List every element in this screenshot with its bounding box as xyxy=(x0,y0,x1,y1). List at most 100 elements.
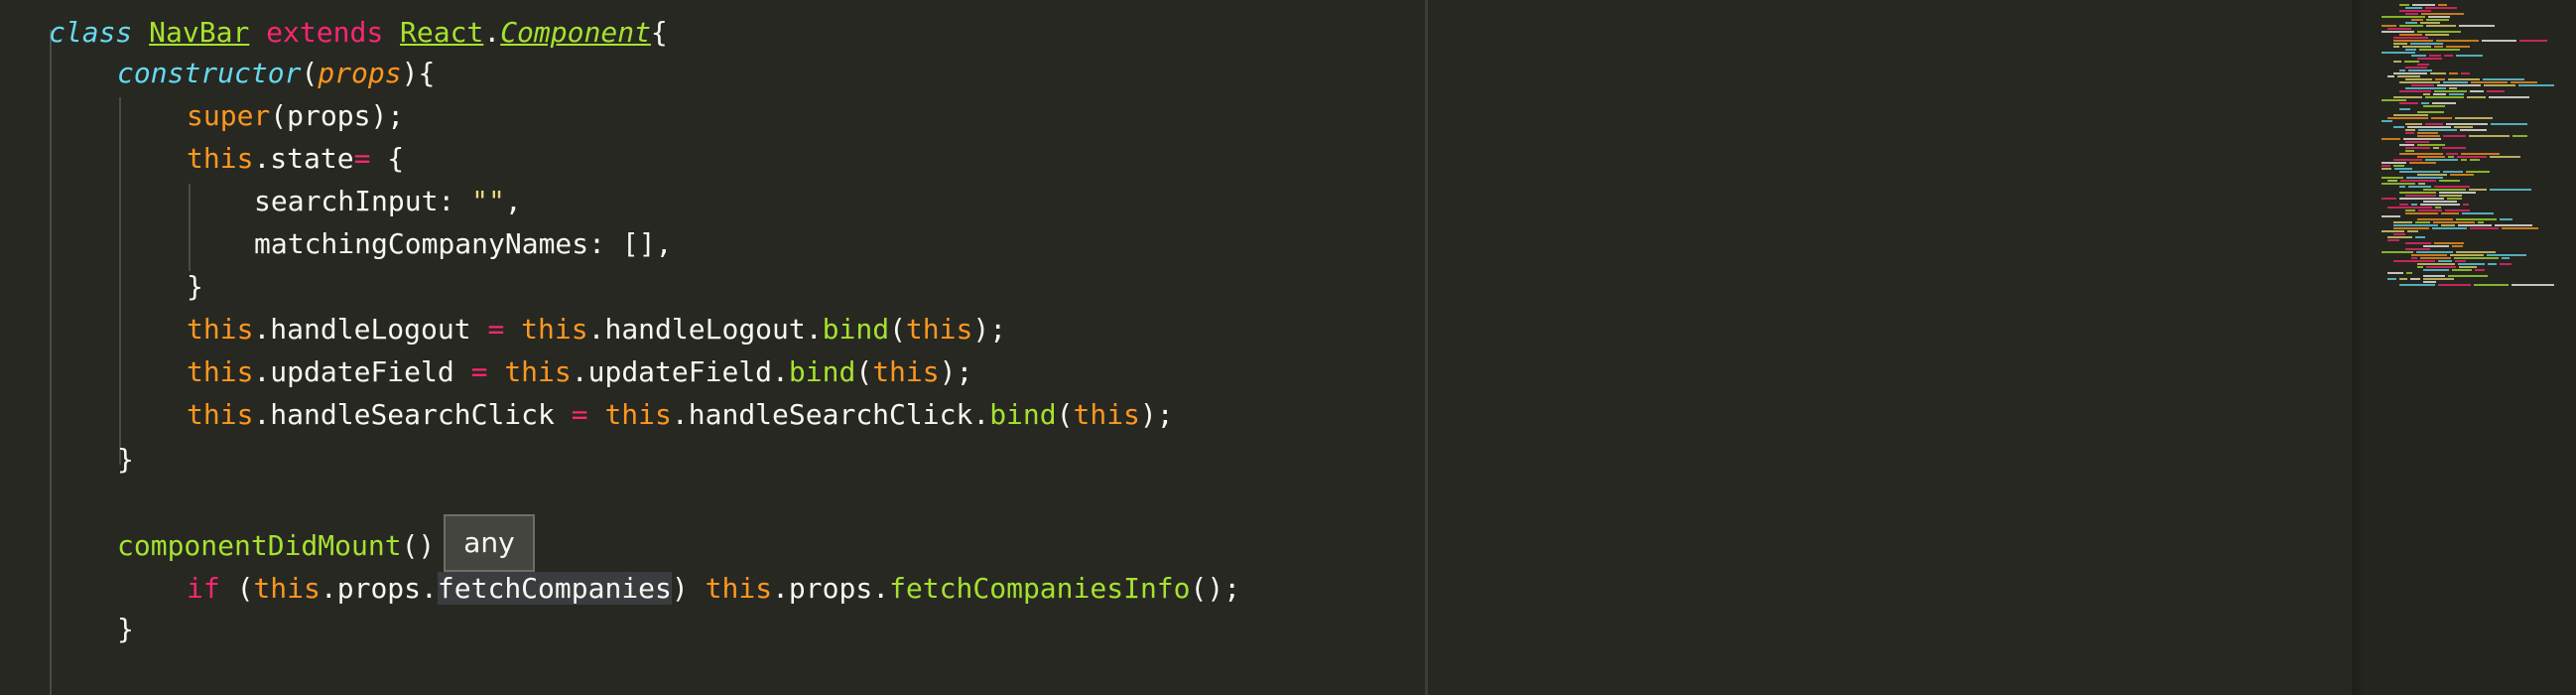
minimap-stroke xyxy=(2411,204,2417,206)
minimap-stroke xyxy=(2382,251,2413,253)
minimap-stroke xyxy=(2441,224,2455,226)
minimap-stroke xyxy=(2458,263,2485,265)
minimap-stroke xyxy=(2417,266,2423,268)
minimap-shadow xyxy=(2352,0,2364,695)
minimap-stroke xyxy=(2487,90,2505,92)
code-line[interactable]: constructor(props){ xyxy=(117,52,435,94)
code-line[interactable]: this.handleSearchClick = this.handleSear… xyxy=(187,393,1174,436)
minimap-stroke xyxy=(2466,171,2490,173)
minimap-stroke xyxy=(2417,135,2440,137)
code-line[interactable]: matchingCompanyNames: [], xyxy=(254,222,672,265)
minimap-stroke xyxy=(2423,93,2430,95)
code-line[interactable]: } xyxy=(187,265,203,308)
minimap-stroke xyxy=(2439,180,2460,182)
minimap-stroke xyxy=(2461,159,2467,161)
minimap-stroke xyxy=(2387,272,2403,274)
wrap-ruler xyxy=(1425,0,1428,695)
minimap-stroke xyxy=(2444,55,2453,57)
minimap-stroke xyxy=(2500,263,2512,265)
minimap-stroke xyxy=(2460,129,2487,131)
minimap-stroke xyxy=(2409,162,2436,164)
minimap-stroke xyxy=(2393,159,2422,161)
code-line[interactable]: super(props); xyxy=(187,94,404,137)
minimap-stroke xyxy=(2423,245,2449,247)
code-line[interactable]: class NavBar extends React.Component{ xyxy=(49,11,668,54)
minimap-stroke xyxy=(2470,227,2499,229)
minimap-stroke xyxy=(2387,278,2396,280)
minimap-stroke xyxy=(2411,257,2417,259)
minimap-stroke xyxy=(2448,78,2480,80)
minimap-stroke xyxy=(2399,70,2405,71)
minimap-stroke xyxy=(2417,144,2445,146)
code-line[interactable]: this.state= { xyxy=(187,137,404,180)
minimap-stroke xyxy=(2387,28,2411,30)
code-line[interactable]: } xyxy=(117,608,134,650)
code-line[interactable]: searchInput: "", xyxy=(254,180,522,222)
minimap-stroke xyxy=(2423,201,2457,203)
minimap-stroke xyxy=(2405,22,2417,24)
minimap-stroke xyxy=(2405,13,2418,15)
code-line[interactable]: componentDidMount() xyxy=(117,524,435,567)
minimap-stroke xyxy=(2393,233,2405,235)
minimap-stroke xyxy=(2382,230,2404,232)
minimap-stroke xyxy=(2393,46,2399,48)
minimap-stroke xyxy=(2418,209,2442,211)
minimap-stroke xyxy=(2431,117,2452,119)
minimap-stroke xyxy=(2446,46,2470,48)
minimap-stroke xyxy=(2456,251,2496,253)
minimap-stroke xyxy=(2399,102,2418,104)
minimap-stroke xyxy=(2502,227,2538,229)
minimap-stroke xyxy=(2405,7,2422,9)
minimap-stroke xyxy=(2382,215,2400,217)
minimap-stroke xyxy=(2382,31,2414,33)
minimap[interactable] xyxy=(2352,0,2576,695)
minimap-stroke xyxy=(2432,227,2467,229)
minimap-stroke xyxy=(2399,10,2431,12)
minimap-stroke xyxy=(2448,275,2488,277)
minimap-stroke xyxy=(2405,67,2427,69)
minimap-stroke xyxy=(2406,272,2412,274)
minimap-stroke xyxy=(2393,96,2422,98)
minimap-stroke xyxy=(2382,52,2415,54)
code-line[interactable]: if (this.props.fetchCompanies) this.prop… xyxy=(187,567,1240,610)
minimap-stroke xyxy=(2393,260,2435,262)
minimap-stroke xyxy=(2423,281,2436,283)
minimap-stroke xyxy=(2407,230,2418,232)
minimap-stroke xyxy=(2470,159,2480,161)
minimap-stroke xyxy=(2423,278,2454,280)
minimap-stroke xyxy=(2419,49,2460,51)
minimap-stroke xyxy=(2399,192,2436,194)
minimap-stroke xyxy=(2433,147,2439,149)
minimap-stroke xyxy=(2399,90,2431,92)
minimap-stroke xyxy=(2406,177,2443,179)
minimap-stroke xyxy=(2393,165,2404,167)
code-line[interactable]: } xyxy=(117,438,134,481)
minimap-stroke xyxy=(2387,207,2432,208)
minimap-stroke xyxy=(2435,207,2441,208)
minimap-stroke xyxy=(2434,46,2443,48)
minimap-stroke xyxy=(2393,37,2428,39)
minimap-stroke xyxy=(2393,227,2429,229)
minimap-stroke xyxy=(2484,84,2515,86)
minimap-stroke xyxy=(2423,269,2449,271)
code-line[interactable]: this.updateField = this.updateField.bind… xyxy=(187,350,972,393)
code-editor[interactable]: class NavBar extends React.Component{ co… xyxy=(0,0,2576,695)
minimap-stroke xyxy=(2417,218,2453,220)
code-line[interactable]: this.handleLogout = this.handleLogout.bi… xyxy=(187,308,1006,350)
minimap-stroke xyxy=(2387,239,2399,241)
minimap-stroke xyxy=(2400,180,2436,182)
minimap-stroke xyxy=(2408,70,2432,71)
minimap-stroke xyxy=(2405,141,2429,143)
minimap-stroke xyxy=(2467,96,2486,98)
hover-highlight[interactable]: fetchCompanies xyxy=(437,572,672,605)
minimap-stroke xyxy=(2405,87,2446,89)
minimap-stroke xyxy=(2405,78,2432,80)
minimap-stroke xyxy=(2417,263,2455,265)
minimap-stroke xyxy=(2399,186,2405,188)
code-area[interactable]: class NavBar extends React.Component{ co… xyxy=(0,0,2352,695)
minimap-stroke xyxy=(2417,156,2445,158)
minimap-stroke xyxy=(2399,81,2440,83)
minimap-stroke xyxy=(2454,257,2499,259)
minimap-stroke xyxy=(2443,135,2466,137)
minimap-stroke xyxy=(2482,40,2516,42)
